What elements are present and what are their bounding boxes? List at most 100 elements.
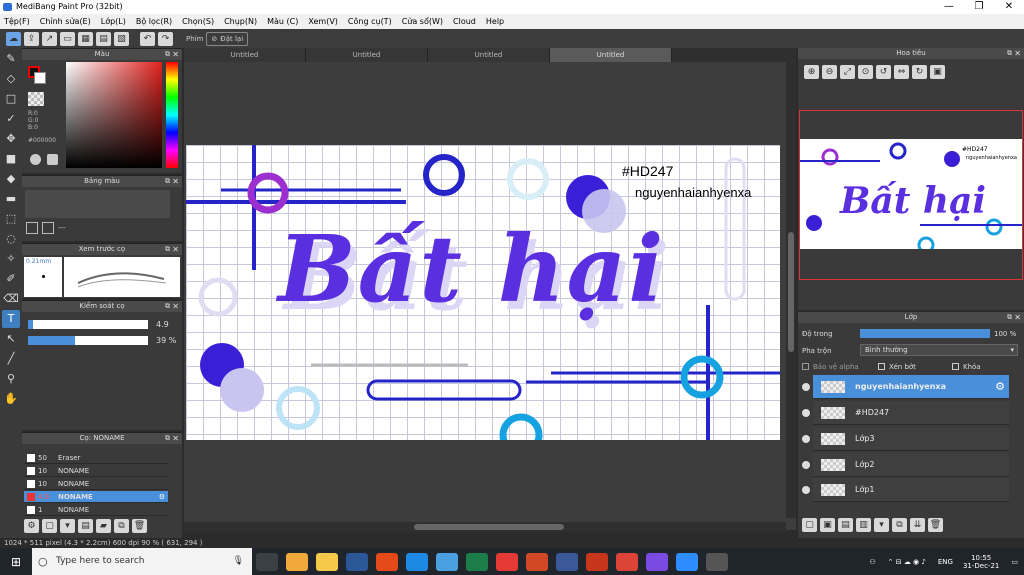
menu-file[interactable]: Tệp(F): [4, 17, 30, 26]
color-wheel-icon[interactable]: [30, 154, 41, 165]
menu-color[interactable]: Màu (C): [267, 17, 298, 26]
people-icon[interactable]: ⚇: [869, 558, 875, 566]
chrome-profile-icon[interactable]: [616, 552, 638, 571]
zoom-icon[interactable]: [676, 552, 698, 571]
menu-view[interactable]: Xem(V): [308, 17, 338, 26]
detach-icon[interactable]: ⧉: [165, 176, 170, 187]
menu-tools[interactable]: Công cụ(T): [348, 17, 392, 26]
store-icon[interactable]: [286, 552, 308, 571]
edge-icon[interactable]: [436, 552, 458, 571]
detach-icon[interactable]: ⧉: [1007, 312, 1012, 323]
magic-wand-icon[interactable]: ✧: [2, 250, 20, 268]
eraser-tool-icon[interactable]: ◇: [2, 70, 20, 88]
blend-mode-select[interactable]: Bình thường ▾: [860, 344, 1018, 356]
delete-layer-icon[interactable]: 🗑: [928, 518, 943, 532]
eye-icon[interactable]: [802, 486, 810, 494]
system-tray-icons[interactable]: ⌃ ⊟ ☁ ◉ ♪: [888, 558, 926, 566]
zoom-actual-icon[interactable]: ⊙: [858, 65, 873, 79]
operation-icon[interactable]: ↖: [2, 330, 20, 348]
hand-icon[interactable]: ✋: [2, 390, 20, 408]
detach-icon[interactable]: ⧉: [165, 433, 170, 444]
tab-untitled-3[interactable]: Untitled: [428, 48, 550, 62]
medibang-icon[interactable]: [706, 552, 728, 571]
clipping-option[interactable]: Xén bớt: [878, 363, 916, 371]
detach-icon[interactable]: ⧉: [165, 244, 170, 255]
brush-settings-icon[interactable]: ⚙: [24, 519, 39, 533]
microphone-icon[interactable]: 🎙: [233, 548, 244, 575]
close-icon[interactable]: ✕: [172, 433, 179, 444]
brush-tool-icon[interactable]: ✎: [2, 50, 20, 68]
artwork-canvas[interactable]: #HD247 nguyenhaianhyenxa Bất hại: [186, 145, 780, 440]
brush-row[interactable]: 10 NONAME: [24, 465, 168, 477]
tab-untitled-1[interactable]: Untitled: [184, 48, 306, 62]
transparent-swatch[interactable]: [28, 92, 44, 106]
zoom-out-icon[interactable]: ⊖: [822, 65, 837, 79]
reset-button[interactable]: ⊘ Đặt lại: [206, 31, 249, 46]
taskbar-search[interactable]: ○ Type here to search 🎙: [32, 548, 252, 575]
layout-icon[interactable]: ▧: [114, 31, 129, 46]
brush-row[interactable]: 10 NONAME: [24, 478, 168, 490]
menu-select[interactable]: Chọn(S): [182, 17, 214, 26]
menu-edit[interactable]: Chỉnh sửa(E): [40, 17, 91, 26]
layer-row-selected[interactable]: nguyenhaianhyenxa ⚙: [813, 375, 1009, 399]
select-eraser-icon[interactable]: ⌫: [2, 290, 20, 308]
lasso-tool-icon[interactable]: ✓: [2, 110, 20, 128]
grid-icon[interactable]: ▦: [78, 31, 93, 46]
messenger-icon[interactable]: [646, 552, 668, 571]
layer-dropdown-icon[interactable]: ▾: [874, 518, 889, 532]
new-halftone-layer-icon[interactable]: ▣: [820, 518, 835, 532]
chrome-icon[interactable]: [496, 552, 518, 571]
delete-palette-icon[interactable]: [42, 222, 54, 234]
close-icon[interactable]: ✕: [172, 176, 179, 187]
windows-start-icon[interactable]: ⊞: [0, 548, 32, 575]
browser-icon[interactable]: [406, 552, 428, 571]
close-icon[interactable]: ✕: [1014, 312, 1021, 323]
layer-row[interactable]: Lớp1: [813, 478, 1009, 502]
eye-icon[interactable]: [802, 461, 810, 469]
facebook-icon[interactable]: [556, 552, 578, 571]
task-view-icon[interactable]: [256, 552, 278, 571]
brush-dropdown-icon[interactable]: ▾: [60, 519, 75, 533]
reset-view-icon[interactable]: ▣: [930, 65, 945, 79]
select-pen-icon[interactable]: ✐: [2, 270, 20, 288]
close-icon[interactable]: ✕: [172, 301, 179, 312]
brush-folder-icon[interactable]: ▰: [96, 519, 111, 533]
language-indicator[interactable]: ENG: [938, 558, 953, 566]
tab-untitled-2[interactable]: Untitled: [306, 48, 428, 62]
photos-icon[interactable]: [376, 552, 398, 571]
brush-delete-icon[interactable]: 🗑: [132, 519, 147, 533]
saturation-value-picker[interactable]: [66, 62, 162, 168]
comment-icon[interactable]: ▭: [60, 31, 75, 46]
close-icon[interactable]: ✕: [1014, 48, 1021, 59]
detach-icon[interactable]: ⧉: [165, 49, 170, 60]
redo-icon[interactable]: ↷: [158, 31, 173, 46]
close-button[interactable]: ✕: [994, 0, 1024, 14]
upload-icon[interactable]: ⇪: [24, 31, 39, 46]
move-tool-icon[interactable]: ✥: [2, 130, 20, 148]
cloud-icon[interactable]: ☁: [6, 31, 21, 46]
eye-icon[interactable]: [802, 435, 810, 443]
panel-icon[interactable]: ▤: [96, 31, 111, 46]
horizontal-scroll-thumb[interactable]: [414, 524, 564, 530]
background-color-swatch[interactable]: [34, 72, 46, 84]
brush-row[interactable]: 50 Eraser: [24, 452, 168, 464]
fit-screen-icon[interactable]: ⤢: [840, 65, 855, 79]
vertical-scrollbar[interactable]: [786, 62, 796, 518]
hue-slider[interactable]: [166, 62, 178, 168]
brush-opacity-slider[interactable]: [28, 336, 148, 345]
gear-icon[interactable]: ⚙: [159, 491, 165, 503]
brush-row-selected[interactable]: 4.9 NONAME ⚙: [24, 491, 168, 503]
lasso-select-icon[interactable]: ◌: [2, 230, 20, 248]
brush-size-slider[interactable]: [28, 320, 148, 329]
close-icon[interactable]: ✕: [172, 244, 179, 255]
clipping-checkbox[interactable]: [878, 363, 885, 370]
lock-checkbox[interactable]: [952, 363, 959, 370]
protect-alpha-checkbox[interactable]: [802, 363, 809, 370]
vertical-scroll-thumb[interactable]: [788, 232, 794, 352]
menu-help[interactable]: Help: [486, 17, 504, 26]
menu-layer[interactable]: Lớp(L): [101, 17, 126, 26]
layer-opacity-slider[interactable]: [860, 329, 990, 338]
lock-option[interactable]: Khóa: [952, 363, 981, 371]
protect-alpha-option[interactable]: Bảo vệ alpha: [802, 363, 859, 371]
rotate-left-icon[interactable]: ↺: [876, 65, 891, 79]
